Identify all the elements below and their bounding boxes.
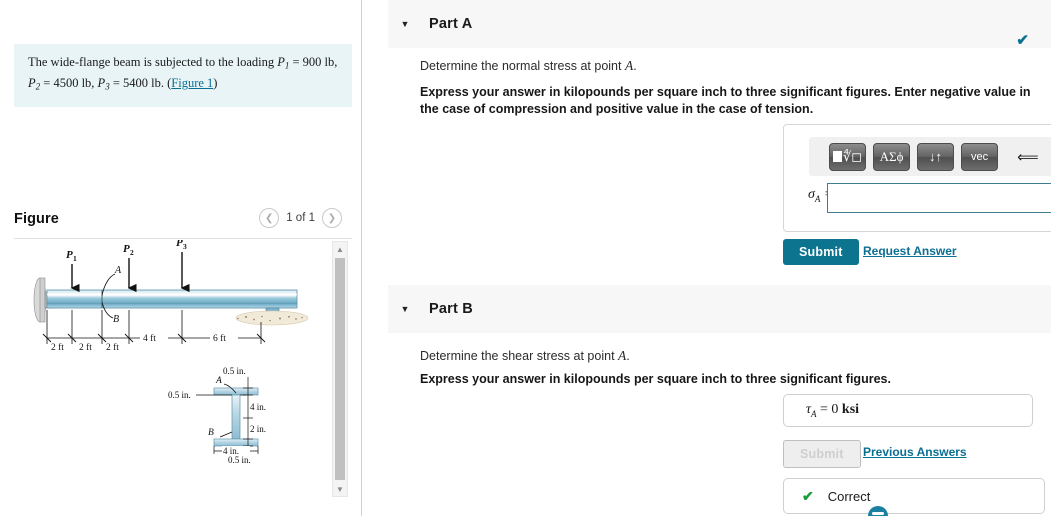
part-b-equals: = [816, 402, 832, 418]
right-panel: ▼ Part A Determine the normal stress at … [363, 0, 1051, 516]
part-a-answer-input[interactable] [827, 183, 1051, 213]
part-a-header[interactable]: ▼ Part A [388, 0, 1051, 48]
part-b-answer-text: τA = 0 ksi [806, 402, 859, 419]
problem-statement: The wide-flange beam is subjected to the… [14, 44, 352, 107]
problem-text-part1: The wide-flange beam is subjected to the… [28, 55, 278, 69]
left-panel: The wide-flange beam is subjected to the… [0, 0, 362, 516]
figure-scrollbar[interactable]: ▲ ▼ [332, 241, 348, 497]
svg-text:A: A [215, 376, 222, 386]
part-b-submit-button: Submit [783, 440, 861, 468]
svg-text:P: P [66, 249, 73, 261]
figure-title: Figure [14, 211, 59, 227]
part-b-feedback-box: ✔ Correct [783, 478, 1045, 514]
part-a-point-label: A [624, 58, 634, 73]
previous-answers-link[interactable]: Previous Answers [863, 445, 967, 459]
chevron-right-icon[interactable]: ❯ [322, 208, 342, 228]
part-a-submit-button[interactable]: Submit [783, 239, 859, 265]
part-a-answer-widget: ∜◻ ΑΣϕ ↓↑ vec ⟸ ⟹ ↺ | ? σA = ksi [783, 124, 1051, 232]
symbol-p1: P1 [277, 55, 290, 71]
problem-text-p3-value: = 5400 lb. [109, 76, 168, 91]
part-b-answer-display[interactable]: τA = 0 ksi [783, 394, 1033, 427]
svg-text:0.5 in.: 0.5 in. [223, 366, 246, 376]
math-toolbar: ∜◻ ΑΣϕ ↓↑ vec ⟸ ⟹ ↺ | ? [809, 137, 1051, 176]
svg-text:4 ft: 4 ft [143, 333, 156, 344]
figure-page-label: 1 of 1 [286, 212, 315, 224]
part-a-title: Part A [429, 16, 473, 32]
svg-text:0.5 in.: 0.5 in. [168, 390, 191, 400]
part-a-period: . [633, 59, 637, 73]
svg-text:2 in.: 2 in. [250, 424, 266, 434]
scrollbar-thumb[interactable] [335, 258, 345, 480]
part-b-question-text: Determine the shear stress at point [420, 349, 619, 363]
svg-text:2 ft: 2 ft [79, 342, 92, 353]
caret-down-icon[interactable]: ▼ [398, 304, 412, 314]
svg-text:B: B [208, 428, 214, 438]
greek-symbols-key[interactable]: ΑΣϕ [873, 142, 911, 171]
part-b-instruction: Express your answer in kilopounds per sq… [420, 372, 891, 386]
symbol-p2: P2 [28, 76, 41, 92]
part-b-period: . [626, 349, 630, 363]
part-b-unit: ksi [841, 402, 860, 418]
check-icon: ✔ [802, 487, 814, 504]
caret-down-icon[interactable]: ▼ [398, 19, 412, 29]
chevron-left-icon[interactable]: ❮ [259, 208, 280, 228]
part-b-status-check-icon: ✔ [1016, 32, 1029, 49]
beam-figure-diagram: P 1 P 2 P 3 A B 2 ft 2 ft 2 ft 4 ft 6 ft… [33, 240, 309, 465]
svg-text:A: A [114, 265, 122, 276]
vector-key[interactable]: vec [961, 142, 999, 171]
part-b-answer-value: 0 [831, 402, 839, 418]
paren-close: ) [213, 76, 218, 91]
figure-1-link[interactable]: Figure 1 [171, 76, 213, 90]
symbol-p3: P3 [97, 76, 110, 92]
figure-scroll-area: P 1 P 2 P 3 A B 2 ft 2 ft 2 ft 4 ft 6 ft… [14, 240, 352, 498]
figure-header: Figure ❮ 1 of 1 ❯ [14, 208, 352, 236]
scroll-up-arrow-icon[interactable]: ▲ [333, 242, 347, 256]
svg-text:2 ft: 2 ft [51, 342, 64, 353]
problem-text-p1-value: = 900 lb, [289, 55, 338, 69]
svg-text:3: 3 [183, 242, 187, 251]
arrows-key[interactable]: ↓↑ [917, 142, 955, 171]
svg-text:B: B [113, 314, 119, 325]
svg-text:P: P [176, 240, 183, 249]
figure-divider [14, 238, 352, 239]
svg-text:6 ft: 6 ft [213, 333, 226, 344]
part-b-question: Determine the shear stress at point A. [420, 347, 1020, 365]
scroll-down-arrow-icon[interactable]: ▼ [333, 482, 347, 496]
part-a-question: Determine the normal stress at point A. [420, 57, 1020, 75]
sigma-symbol: σ [808, 187, 815, 202]
svg-text:4 in.: 4 in. [223, 446, 239, 456]
svg-text:2: 2 [130, 248, 134, 257]
svg-text:1: 1 [73, 254, 77, 263]
part-a-question-text: Determine the normal stress at point [420, 59, 625, 73]
svg-text:4 in.: 4 in. [250, 402, 266, 412]
svg-text:P: P [123, 243, 130, 255]
problem-text-p2-value: = 4500 lb, [40, 76, 98, 91]
square-root-key[interactable]: ∜◻ [829, 142, 867, 171]
svg-text:2 ft: 2 ft [106, 342, 119, 353]
part-b-title: Part B [429, 301, 473, 317]
figure-pager: ❮ 1 of 1 ❯ [259, 208, 342, 228]
part-a-instruction: Express your answer in kilopounds per sq… [420, 85, 1031, 116]
undo-icon[interactable]: ⟸ [1017, 148, 1039, 166]
part-b-header[interactable]: ▼ Part B [388, 285, 1051, 333]
svg-text:0.5 in.: 0.5 in. [228, 455, 251, 465]
feedback-label: Correct [827, 488, 871, 504]
request-answer-link[interactable]: Request Answer [863, 244, 957, 258]
